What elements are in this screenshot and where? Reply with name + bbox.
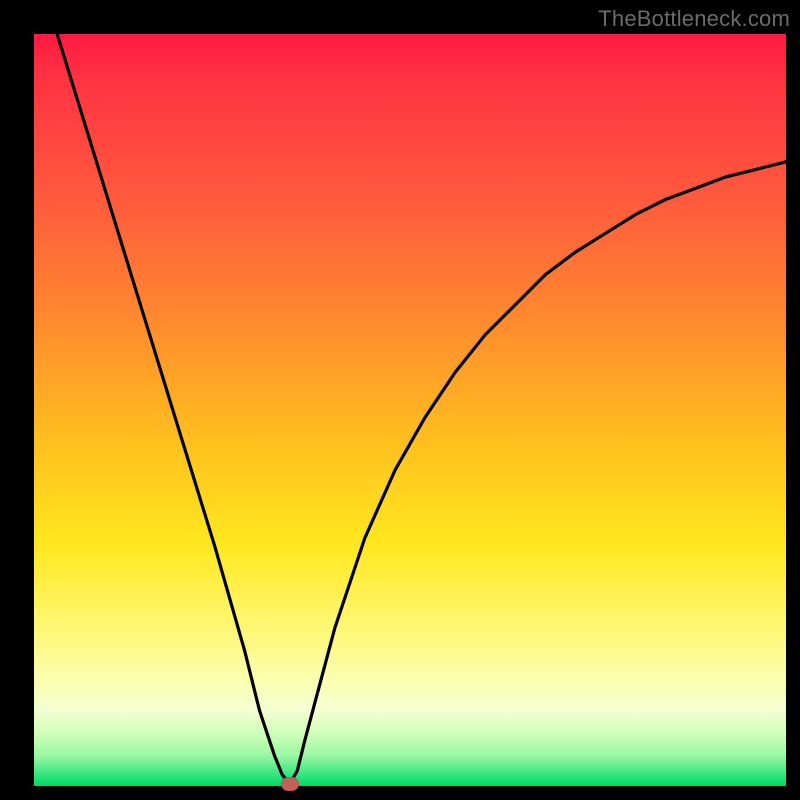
- bottleneck-curve: [34, 34, 786, 786]
- plot-area: [34, 34, 786, 786]
- chart-frame: TheBottleneck.com: [0, 0, 800, 800]
- optimal-point-marker: [281, 777, 299, 791]
- watermark-text: TheBottleneck.com: [598, 6, 790, 32]
